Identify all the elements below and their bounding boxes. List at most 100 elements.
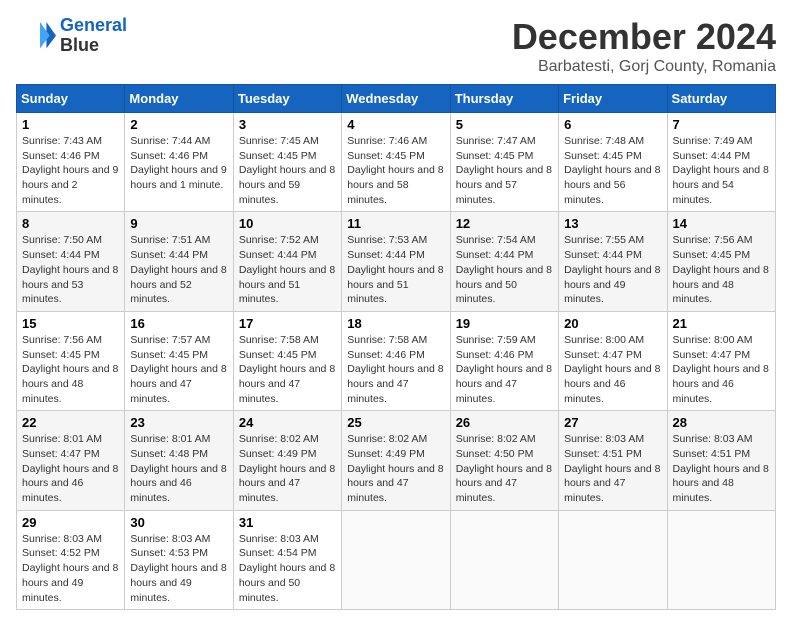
logo-text: General Blue — [60, 16, 127, 56]
day-number: 24 — [239, 415, 336, 430]
day-info: Sunrise: 8:02 AM Sunset: 4:49 PM Dayligh… — [347, 432, 444, 505]
day-info: Sunrise: 7:45 AM Sunset: 4:45 PM Dayligh… — [239, 134, 336, 207]
day-info: Sunrise: 8:00 AM Sunset: 4:47 PM Dayligh… — [673, 333, 770, 406]
dow-tuesday: Tuesday — [233, 85, 341, 113]
day-number: 5 — [456, 117, 553, 132]
day-info: Sunrise: 7:57 AM Sunset: 4:45 PM Dayligh… — [130, 333, 227, 406]
day-info: Sunrise: 7:44 AM Sunset: 4:46 PM Dayligh… — [130, 134, 227, 193]
day-number: 3 — [239, 117, 336, 132]
calendar-cell: 25 Sunrise: 8:02 AM Sunset: 4:49 PM Dayl… — [342, 411, 450, 510]
calendar-cell: 18 Sunrise: 7:58 AM Sunset: 4:46 PM Dayl… — [342, 311, 450, 410]
calendar-cell: 8 Sunrise: 7:50 AM Sunset: 4:44 PM Dayli… — [17, 212, 125, 311]
calendar-cell — [342, 510, 450, 609]
day-info: Sunrise: 7:47 AM Sunset: 4:45 PM Dayligh… — [456, 134, 553, 207]
calendar-cell: 13 Sunrise: 7:55 AM Sunset: 4:44 PM Dayl… — [559, 212, 667, 311]
day-number: 22 — [22, 415, 119, 430]
day-info: Sunrise: 8:00 AM Sunset: 4:47 PM Dayligh… — [564, 333, 661, 406]
dow-wednesday: Wednesday — [342, 85, 450, 113]
day-info: Sunrise: 8:03 AM Sunset: 4:53 PM Dayligh… — [130, 532, 227, 605]
day-number: 27 — [564, 415, 661, 430]
calendar-cell: 2 Sunrise: 7:44 AM Sunset: 4:46 PM Dayli… — [125, 113, 233, 212]
day-info: Sunrise: 7:49 AM Sunset: 4:44 PM Dayligh… — [673, 134, 770, 207]
day-info: Sunrise: 7:54 AM Sunset: 4:44 PM Dayligh… — [456, 233, 553, 306]
day-info: Sunrise: 8:01 AM Sunset: 4:48 PM Dayligh… — [130, 432, 227, 505]
calendar-cell: 14 Sunrise: 7:56 AM Sunset: 4:45 PM Dayl… — [667, 212, 775, 311]
calendar-cell: 5 Sunrise: 7:47 AM Sunset: 4:45 PM Dayli… — [450, 113, 558, 212]
week-row-5: 29 Sunrise: 8:03 AM Sunset: 4:52 PM Dayl… — [17, 510, 776, 609]
dow-friday: Friday — [559, 85, 667, 113]
week-row-4: 22 Sunrise: 8:01 AM Sunset: 4:47 PM Dayl… — [17, 411, 776, 510]
day-number: 14 — [673, 216, 770, 231]
calendar-cell: 4 Sunrise: 7:46 AM Sunset: 4:45 PM Dayli… — [342, 113, 450, 212]
title-area: December 2024 Barbatesti, Gorj County, R… — [512, 16, 776, 76]
day-info: Sunrise: 7:53 AM Sunset: 4:44 PM Dayligh… — [347, 233, 444, 306]
day-number: 11 — [347, 216, 444, 231]
day-info: Sunrise: 8:02 AM Sunset: 4:50 PM Dayligh… — [456, 432, 553, 505]
day-info: Sunrise: 7:58 AM Sunset: 4:45 PM Dayligh… — [239, 333, 336, 406]
calendar-cell — [450, 510, 558, 609]
week-row-3: 15 Sunrise: 7:56 AM Sunset: 4:45 PM Dayl… — [17, 311, 776, 410]
day-info: Sunrise: 7:56 AM Sunset: 4:45 PM Dayligh… — [22, 333, 119, 406]
day-info: Sunrise: 8:03 AM Sunset: 4:52 PM Dayligh… — [22, 532, 119, 605]
day-info: Sunrise: 7:55 AM Sunset: 4:44 PM Dayligh… — [564, 233, 661, 306]
day-info: Sunrise: 8:03 AM Sunset: 4:54 PM Dayligh… — [239, 532, 336, 605]
calendar-cell: 20 Sunrise: 8:00 AM Sunset: 4:47 PM Dayl… — [559, 311, 667, 410]
calendar-cell: 12 Sunrise: 7:54 AM Sunset: 4:44 PM Dayl… — [450, 212, 558, 311]
month-title: December 2024 — [512, 16, 776, 58]
week-row-1: 1 Sunrise: 7:43 AM Sunset: 4:46 PM Dayli… — [17, 113, 776, 212]
day-info: Sunrise: 7:59 AM Sunset: 4:46 PM Dayligh… — [456, 333, 553, 406]
day-number: 16 — [130, 316, 227, 331]
day-number: 8 — [22, 216, 119, 231]
day-number: 1 — [22, 117, 119, 132]
day-number: 9 — [130, 216, 227, 231]
calendar-cell: 27 Sunrise: 8:03 AM Sunset: 4:51 PM Dayl… — [559, 411, 667, 510]
calendar-cell: 11 Sunrise: 7:53 AM Sunset: 4:44 PM Dayl… — [342, 212, 450, 311]
day-info: Sunrise: 7:50 AM Sunset: 4:44 PM Dayligh… — [22, 233, 119, 306]
day-info: Sunrise: 8:03 AM Sunset: 4:51 PM Dayligh… — [673, 432, 770, 505]
calendar-cell — [559, 510, 667, 609]
day-info: Sunrise: 7:58 AM Sunset: 4:46 PM Dayligh… — [347, 333, 444, 406]
day-info: Sunrise: 7:51 AM Sunset: 4:44 PM Dayligh… — [130, 233, 227, 306]
day-of-week-header: SundayMondayTuesdayWednesdayThursdayFrid… — [17, 85, 776, 113]
calendar-cell: 6 Sunrise: 7:48 AM Sunset: 4:45 PM Dayli… — [559, 113, 667, 212]
day-number: 19 — [456, 316, 553, 331]
dow-monday: Monday — [125, 85, 233, 113]
dow-saturday: Saturday — [667, 85, 775, 113]
day-info: Sunrise: 8:03 AM Sunset: 4:51 PM Dayligh… — [564, 432, 661, 505]
calendar-cell: 10 Sunrise: 7:52 AM Sunset: 4:44 PM Dayl… — [233, 212, 341, 311]
day-number: 10 — [239, 216, 336, 231]
week-row-2: 8 Sunrise: 7:50 AM Sunset: 4:44 PM Dayli… — [17, 212, 776, 311]
calendar-cell: 15 Sunrise: 7:56 AM Sunset: 4:45 PM Dayl… — [17, 311, 125, 410]
day-number: 6 — [564, 117, 661, 132]
day-info: Sunrise: 7:52 AM Sunset: 4:44 PM Dayligh… — [239, 233, 336, 306]
day-info: Sunrise: 8:01 AM Sunset: 4:47 PM Dayligh… — [22, 432, 119, 505]
day-number: 12 — [456, 216, 553, 231]
calendar-cell — [667, 510, 775, 609]
day-info: Sunrise: 7:43 AM Sunset: 4:46 PM Dayligh… — [22, 134, 119, 207]
day-number: 13 — [564, 216, 661, 231]
calendar-cell: 29 Sunrise: 8:03 AM Sunset: 4:52 PM Dayl… — [17, 510, 125, 609]
day-info: Sunrise: 7:48 AM Sunset: 4:45 PM Dayligh… — [564, 134, 661, 207]
dow-thursday: Thursday — [450, 85, 558, 113]
day-number: 23 — [130, 415, 227, 430]
location-title: Barbatesti, Gorj County, Romania — [512, 58, 776, 76]
day-number: 20 — [564, 316, 661, 331]
calendar-cell: 9 Sunrise: 7:51 AM Sunset: 4:44 PM Dayli… — [125, 212, 233, 311]
calendar-cell: 31 Sunrise: 8:03 AM Sunset: 4:54 PM Dayl… — [233, 510, 341, 609]
day-info: Sunrise: 7:46 AM Sunset: 4:45 PM Dayligh… — [347, 134, 444, 207]
header: General Blue December 2024 Barbatesti, G… — [16, 16, 776, 76]
day-number: 2 — [130, 117, 227, 132]
day-number: 18 — [347, 316, 444, 331]
day-info: Sunrise: 8:02 AM Sunset: 4:49 PM Dayligh… — [239, 432, 336, 505]
day-info: Sunrise: 7:56 AM Sunset: 4:45 PM Dayligh… — [673, 233, 770, 306]
calendar-cell: 24 Sunrise: 8:02 AM Sunset: 4:49 PM Dayl… — [233, 411, 341, 510]
calendar-cell: 22 Sunrise: 8:01 AM Sunset: 4:47 PM Dayl… — [17, 411, 125, 510]
day-number: 29 — [22, 515, 119, 530]
day-number: 17 — [239, 316, 336, 331]
calendar-cell: 1 Sunrise: 7:43 AM Sunset: 4:46 PM Dayli… — [17, 113, 125, 212]
logo: General Blue — [16, 16, 127, 56]
calendar: SundayMondayTuesdayWednesdayThursdayFrid… — [16, 84, 776, 610]
day-number: 4 — [347, 117, 444, 132]
calendar-cell: 16 Sunrise: 7:57 AM Sunset: 4:45 PM Dayl… — [125, 311, 233, 410]
calendar-cell: 17 Sunrise: 7:58 AM Sunset: 4:45 PM Dayl… — [233, 311, 341, 410]
